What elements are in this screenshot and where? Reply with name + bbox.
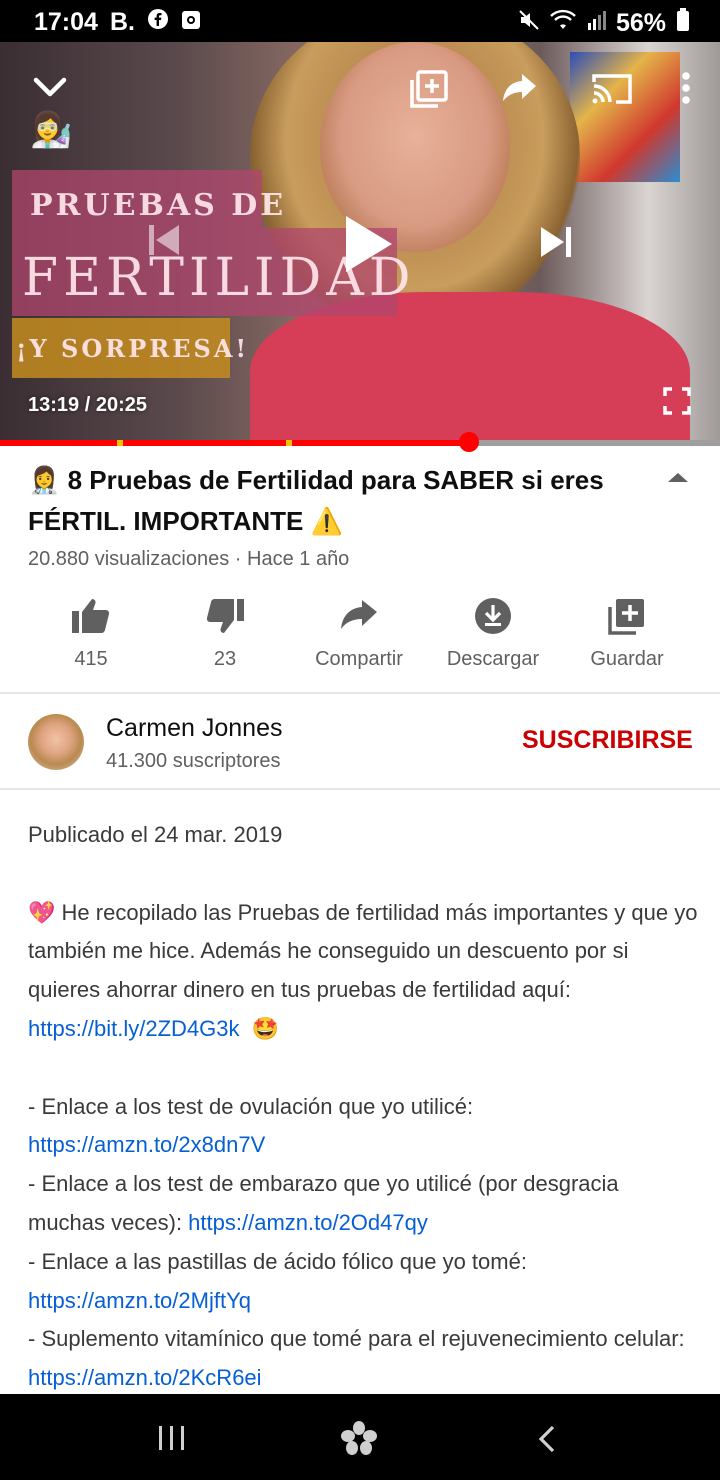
back-icon[interactable] xyxy=(536,1424,558,1459)
channel-name[interactable]: Carmen Jonnes xyxy=(106,714,282,743)
status-time: 17:04 xyxy=(34,8,98,36)
divider xyxy=(0,788,720,790)
video-player[interactable]: PRUEBAS DE FERTILIDAD ¡Y SORPRESA! 👩‍🔬 1… xyxy=(0,42,720,446)
published-date: Publicado el 24 mar. 2019 xyxy=(28,822,283,847)
home-icon[interactable] xyxy=(340,1420,378,1461)
folic-acid-link[interactable]: https://amzn.to/2MjftYq xyxy=(28,1288,251,1313)
progress-fill xyxy=(0,440,469,446)
dislike-count: 23 xyxy=(213,648,237,670)
recents-icon[interactable] xyxy=(156,1424,188,1457)
share-label: Compartir xyxy=(315,648,403,670)
video-description: Publicado el 24 mar. 2019 💖 He recopilad… xyxy=(28,816,698,1398)
camera-icon xyxy=(181,8,201,37)
collapse-description-icon[interactable] xyxy=(666,470,690,489)
mute-icon xyxy=(518,9,540,38)
previous-icon[interactable] xyxy=(146,222,182,263)
scrubber-handle[interactable] xyxy=(458,432,479,452)
intro-link[interactable]: https://bit.ly/2ZD4G3k xyxy=(28,1016,240,1041)
fullscreen-icon[interactable] xyxy=(662,386,692,421)
subscribe-button[interactable]: SUSCRIBIRSE xyxy=(522,726,693,755)
pregnancy-test-link[interactable]: https://amzn.to/2Od47qy xyxy=(188,1210,428,1235)
collapse-icon[interactable] xyxy=(30,72,70,107)
status-b-label: B. xyxy=(110,8,135,36)
view-count: 20.880 visualizaciones · Hace 1 año xyxy=(28,548,350,570)
thumbs-down-icon xyxy=(158,596,292,636)
signal-icon xyxy=(586,9,606,38)
facebook-icon xyxy=(147,8,169,37)
save-label: Guardar xyxy=(590,648,664,670)
divider xyxy=(0,692,720,694)
description-item: - Enlace a los test de embarazo que yo u… xyxy=(28,1171,619,1235)
thumbnail-text-line1: PRUEBAS DE xyxy=(30,188,287,223)
wifi-icon xyxy=(550,9,576,38)
progress-bar[interactable] xyxy=(0,432,720,452)
chapter-marker xyxy=(285,440,292,446)
cast-icon[interactable] xyxy=(590,72,634,111)
battery-icon xyxy=(676,8,690,39)
title-emoji: 👩‍⚕️ xyxy=(28,465,61,495)
sparkling-heart-emoji: 💖 xyxy=(28,899,56,925)
description-intro: 💖 He recopilado las Pruebas de fertilida… xyxy=(28,894,698,1049)
thumbs-up-icon xyxy=(24,596,158,636)
description-item: - Enlace a las pastillas de ácido fólico… xyxy=(28,1248,527,1313)
intro-text: He recopilado las Pruebas de fertilidad … xyxy=(28,899,698,1003)
download-button[interactable]: Descargar xyxy=(426,596,560,671)
more-icon[interactable] xyxy=(674,70,698,111)
video-title[interactable]: 👩‍⚕️ 8 Pruebas de Fertilidad para SABER … xyxy=(28,460,648,542)
share-arrow-icon xyxy=(292,596,426,636)
vitamin-supplement-link[interactable]: https://amzn.to/2KcR6ei xyxy=(28,1365,262,1390)
time-display: 13:19 / 20:25 xyxy=(28,394,147,416)
download-label: Descargar xyxy=(446,648,540,670)
share-icon[interactable] xyxy=(502,74,538,109)
channel-avatar[interactable] xyxy=(28,714,84,770)
star-eyes-emoji: 🤩 xyxy=(251,1015,280,1041)
download-icon xyxy=(426,596,560,636)
ovulation-test-link[interactable]: https://amzn.to/2x8dn7V xyxy=(28,1132,265,1157)
next-icon[interactable] xyxy=(538,224,574,265)
save-to-playlist-icon xyxy=(560,596,694,636)
share-button[interactable]: Compartir xyxy=(292,596,426,671)
play-icon[interactable] xyxy=(338,212,394,281)
chapter-marker xyxy=(117,440,124,446)
description-item: - Enlace a los test de ovulación que yo … xyxy=(28,1093,474,1158)
dislike-button[interactable]: 23 xyxy=(158,596,292,671)
like-count: 415 xyxy=(74,648,108,670)
system-nav-bar xyxy=(0,1394,720,1480)
save-button[interactable]: Guardar xyxy=(560,596,694,671)
like-button[interactable]: 415 xyxy=(24,596,158,671)
add-to-playlist-icon[interactable] xyxy=(410,70,448,113)
thumbnail-text-line3: ¡Y SORPRESA! xyxy=(16,334,249,363)
warning-emoji: ⚠️ xyxy=(310,506,343,536)
description-item: - Suplemento vitamínico que tomé para el… xyxy=(28,1326,685,1391)
battery-percent: 56% xyxy=(615,9,666,37)
channel-avatar-emoji: 👩‍🔬 xyxy=(30,111,73,149)
subscriber-count: 41.300 suscriptores xyxy=(106,750,281,772)
status-bar: 17:04 B. 56% xyxy=(0,0,720,42)
